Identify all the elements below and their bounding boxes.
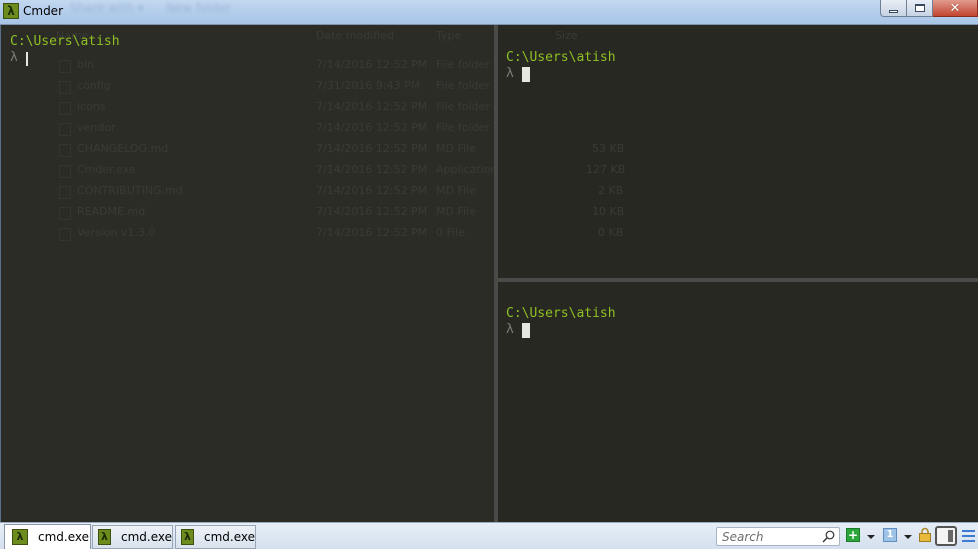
- ghost-row-type: MD File: [436, 142, 476, 155]
- ghost-row-size: 2 KB: [598, 184, 624, 197]
- ghost-row-date: 7/14/2016 12:52 PM: [316, 184, 428, 197]
- ghost-col-type: Type: [436, 29, 462, 42]
- ghost-row-type: File folder: [436, 58, 490, 71]
- text-cursor: [522, 67, 530, 82]
- folder-icon: [59, 123, 71, 136]
- ghost-row-type: Application: [436, 163, 494, 176]
- maximize-button[interactable]: [907, 0, 933, 17]
- tab-label: cmd.exe: [38, 530, 90, 544]
- ghost-row-type: MD File: [436, 205, 476, 218]
- search-input[interactable]: Search: [716, 527, 840, 546]
- app-icon: [59, 165, 71, 178]
- lambda-icon: λ: [98, 529, 111, 545]
- ghost-row-date: 7/14/2016 12:52 PM: [316, 205, 428, 218]
- folder-icon: [59, 81, 71, 94]
- ghost-row-date: 7/14/2016 12:52 PM: [316, 58, 428, 71]
- ghost-row-type: MD File: [436, 184, 476, 197]
- console-pane-left[interactable]: Name Date modified Type bin 7/14/2016 12…: [1, 25, 494, 522]
- ghost-row-size: 10 KB: [592, 205, 625, 218]
- prompt-lambda: λ: [10, 50, 18, 65]
- ghost-row-date: 7/14/2016 12:52 PM: [316, 100, 428, 113]
- ghost-row-date: 7/14/2016 12:52 PM: [316, 163, 428, 176]
- file-icon: [59, 207, 71, 220]
- ghost-row-date: 7/14/2016 12:52 PM: [316, 121, 428, 134]
- prompt-path: C:\Users\atish: [506, 50, 616, 65]
- ghost-row-date: 7/14/2016 12:52 PM: [316, 226, 428, 239]
- panel-toggle-button[interactable]: [935, 526, 957, 546]
- new-console-button[interactable]: +: [846, 528, 860, 542]
- folder-icon: [59, 102, 71, 115]
- console-pane-bottom-right[interactable]: C:\Users\atish λ: [498, 282, 978, 522]
- lambda-icon[interactable]: λ: [3, 3, 19, 19]
- ghost-row-size: 127 KB: [586, 163, 626, 176]
- ghost-row-name: CHANGELOG.md: [77, 142, 169, 155]
- title-bar: λ Cmder Share with ▾ New folder ✕: [0, 0, 978, 25]
- tab-label: cmd.exe: [120, 530, 172, 544]
- close-icon: ✕: [949, 0, 961, 16]
- ghost-row-type: File folder: [436, 121, 490, 134]
- minimize-icon: [889, 9, 898, 13]
- text-cursor: [522, 323, 530, 338]
- menu-icon[interactable]: [962, 530, 975, 542]
- ghost-row-size: 53 KB: [592, 142, 625, 155]
- prompt-lambda: λ: [506, 66, 514, 81]
- console-area: Name Date modified Type bin 7/14/2016 12…: [0, 25, 978, 522]
- tab-cmd-2[interactable]: λ cmd.exe: [92, 525, 173, 549]
- ghost-row-name: README.md: [77, 205, 146, 218]
- file-icon: [59, 228, 71, 241]
- prompt-lambda: λ: [506, 322, 514, 337]
- file-icon: [59, 144, 71, 157]
- console-pane-top-right[interactable]: Size 53 KB 127 KB 2 KB 10 KB 0 KB C:\Use…: [498, 25, 978, 278]
- ghost-row-type: File folder: [436, 100, 490, 113]
- tab-cmd-1[interactable]: λ cmd.exe: [4, 524, 91, 549]
- tab-cmd-3[interactable]: λ cmd.exe: [175, 525, 256, 549]
- prompt-path: C:\Users\atish: [506, 306, 616, 321]
- console-list-button[interactable]: 1: [883, 528, 897, 542]
- tab-label: cmd.exe: [203, 530, 255, 544]
- close-button[interactable]: ✕: [933, 0, 978, 17]
- ghost-row-date: 7/31/2016 9:43 PM: [316, 79, 421, 92]
- ghost-row-name: CONTRIBUTING.md: [77, 184, 183, 197]
- search-placeholder: Search: [722, 530, 764, 544]
- ghost-row-type: File folder: [436, 79, 490, 92]
- ghost-row-size: 0 KB: [598, 226, 624, 239]
- prompt-path: C:\Users\atish: [10, 34, 120, 49]
- ghost-col-date: Date modified: [316, 29, 394, 42]
- maximize-icon: [914, 4, 925, 12]
- ghost-col-size: Size: [555, 29, 578, 42]
- search-icon[interactable]: [822, 530, 835, 543]
- window-title: Cmder: [23, 4, 64, 18]
- lambda-icon: λ: [12, 529, 28, 545]
- lambda-icon: λ: [181, 529, 194, 545]
- ghost-row-name: bin: [77, 58, 95, 71]
- new-console-dropdown-icon[interactable]: [867, 535, 875, 539]
- ghost-row-name: Cmder.exe: [77, 163, 136, 176]
- ghost-share-with: Share with ▾: [70, 1, 144, 15]
- ghost-row-type: 0 File: [436, 226, 465, 239]
- lock-icon[interactable]: [919, 527, 931, 542]
- tab-bar: λ cmd.exe λ cmd.exe λ cmd.exe Search + 1: [0, 522, 978, 549]
- ghost-row-name: config: [77, 79, 111, 92]
- console-list-dropdown-icon[interactable]: [904, 535, 912, 539]
- ghost-new-folder: New folder: [166, 1, 231, 15]
- ghost-row-name: Version v1.3.0: [77, 226, 156, 239]
- ghost-row-name: icons: [77, 100, 106, 113]
- window-controls: ✕: [880, 0, 978, 17]
- ghost-row-name: vendor: [77, 121, 116, 134]
- ghost-row-date: 7/14/2016 12:52 PM: [316, 142, 428, 155]
- file-icon: [59, 186, 71, 199]
- minimize-button[interactable]: [880, 0, 907, 17]
- folder-icon: [59, 60, 71, 73]
- text-cursor: [26, 52, 28, 66]
